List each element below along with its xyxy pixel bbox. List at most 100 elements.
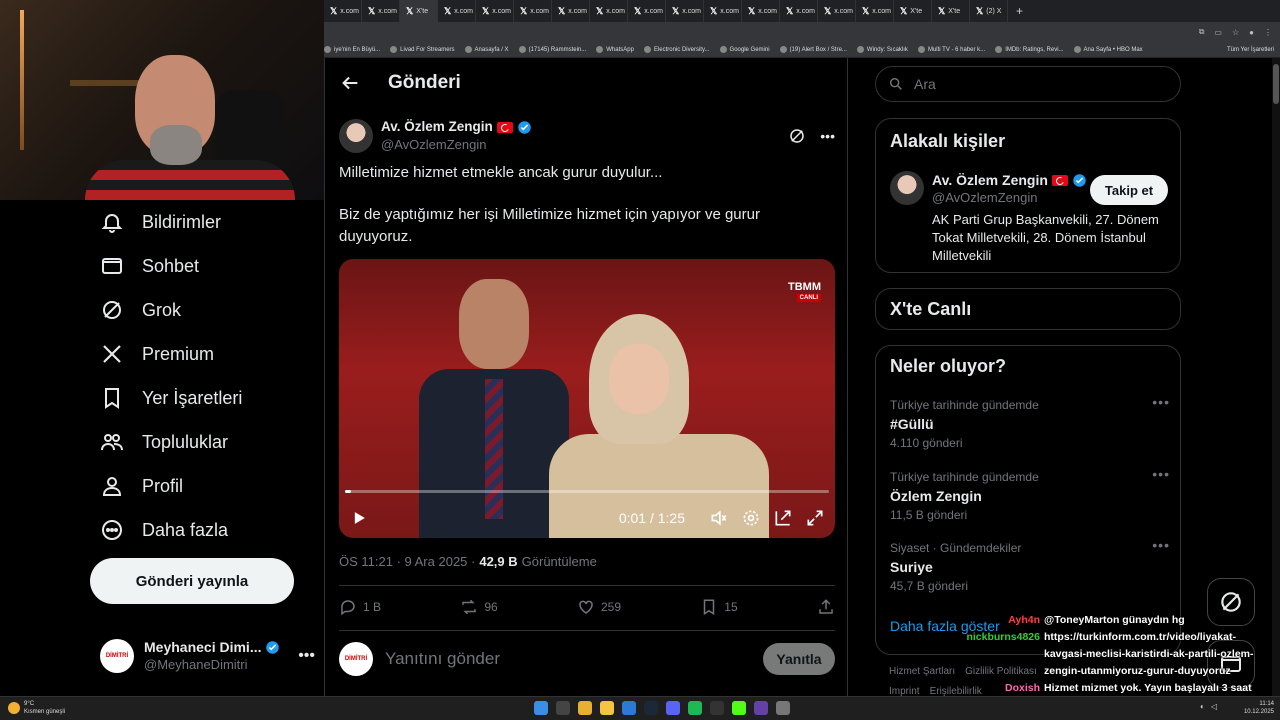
bookmark-item[interactable]: Windy: Sıcaklık bbox=[856, 46, 908, 53]
author-name[interactable]: Av. Özlem Zengin bbox=[381, 118, 493, 136]
live-panel[interactable]: X'te Canlı bbox=[875, 288, 1181, 330]
start-icon[interactable] bbox=[534, 701, 548, 715]
star-icon[interactable]: ☆ bbox=[1232, 28, 1239, 37]
extensions-icon[interactable]: ⧉ bbox=[1199, 27, 1205, 37]
menu-dots-icon[interactable]: ⋮ bbox=[1264, 28, 1272, 37]
browser-tab[interactable]: 𝕏 (2) X bbox=[970, 0, 1008, 22]
nav-item-communities[interactable]: Topluluklar bbox=[100, 430, 228, 454]
steam-icon[interactable] bbox=[644, 701, 658, 715]
system-clock[interactable]: 11:14 10.12.2025 bbox=[1244, 700, 1274, 716]
bookmark-item[interactable]: iye'nin En Büyü... bbox=[324, 46, 380, 53]
nav-item-profile[interactable]: Profil bbox=[100, 474, 183, 498]
nav-item-bookmarks[interactable]: Yer İşaretleri bbox=[100, 386, 242, 410]
reply-input[interactable]: Yanıtını gönder bbox=[385, 649, 500, 669]
scrollbar-thumb[interactable] bbox=[1273, 64, 1279, 104]
footer-link[interactable]: Hizmet Şartları bbox=[889, 666, 955, 677]
bookmark-item[interactable]: (19) Alert Box / Stre... bbox=[779, 46, 847, 53]
bookmark-item[interactable]: Multi TV - 6 haber k... bbox=[917, 46, 985, 53]
bookmark-item[interactable]: (17145) Rammstein... bbox=[518, 46, 586, 53]
trend-item[interactable]: Türkiye tarihinde gündemde Özlem Zengin … bbox=[890, 466, 1170, 522]
trend-more-icon[interactable]: ••• bbox=[1152, 394, 1170, 410]
bookmark-action[interactable]: 15 bbox=[700, 598, 738, 616]
weather-widget[interactable]: 9°C Kısmen güneşli bbox=[8, 700, 65, 716]
bookmark-item[interactable]: Anasayfa / X bbox=[464, 46, 509, 53]
bookmark-item[interactable]: Google Gemini bbox=[719, 46, 770, 53]
bookmark-item[interactable]: Livad For Streamers bbox=[390, 46, 455, 53]
trend-item[interactable]: Türkiye tarihinde gündemde #Güllü 4.110 … bbox=[890, 394, 1170, 450]
fullscreen-icon[interactable] bbox=[805, 508, 825, 528]
browser-tab[interactable]: 𝕏x.com bbox=[438, 0, 476, 22]
follow-button[interactable]: Takip et bbox=[1090, 175, 1168, 205]
browser-tab[interactable]: 𝕏x.com bbox=[856, 0, 894, 22]
post-timestamp[interactable]: ÖS 11:21 · 9 Ara 2025 · bbox=[339, 554, 475, 569]
grok-icon[interactable] bbox=[788, 127, 806, 145]
related-names: Av. Özlem Zengin @AvOzlemZengin bbox=[932, 171, 1087, 207]
spotify-icon[interactable] bbox=[688, 701, 702, 715]
browser-tab[interactable]: 𝕏x.com bbox=[818, 0, 856, 22]
share-action[interactable] bbox=[817, 598, 835, 616]
file-explorer-icon[interactable] bbox=[600, 701, 614, 715]
pip-icon[interactable] bbox=[773, 508, 793, 528]
bookmark-item[interactable]: Ana Sayfa • HBO Max bbox=[1073, 46, 1143, 53]
browser-tab[interactable]: 𝕏x.com bbox=[552, 0, 590, 22]
volume-icon[interactable] bbox=[709, 508, 729, 528]
trend-more-icon[interactable]: ••• bbox=[1152, 537, 1170, 553]
chrome-icon[interactable] bbox=[578, 701, 592, 715]
author-handle[interactable]: @AvOzlemZengin bbox=[381, 136, 532, 154]
browser-tab[interactable]: 𝕏x.com bbox=[780, 0, 818, 22]
search-icon[interactable] bbox=[556, 701, 570, 715]
nav-item-premium[interactable]: Premium bbox=[100, 342, 214, 366]
author-avatar[interactable] bbox=[339, 119, 373, 153]
browser-tab[interactable]: 𝕏x.com bbox=[590, 0, 628, 22]
twitch-icon[interactable] bbox=[754, 701, 768, 715]
new-tab-button[interactable]: + bbox=[1008, 4, 1031, 18]
browser-tab[interactable]: 𝕏 X'te bbox=[894, 0, 932, 22]
settings-gear-icon[interactable] bbox=[776, 701, 790, 715]
like-action[interactable]: 259 bbox=[577, 598, 621, 616]
trend-more-icon[interactable]: ••• bbox=[1152, 466, 1170, 482]
account-switcher[interactable]: DİMİTRİ Meyhaneci Dimi... @MeyhaneDimitr… bbox=[100, 634, 315, 678]
volume-icon[interactable]: ◁ bbox=[1211, 702, 1217, 711]
browser-tab[interactable]: 𝕏 X'te bbox=[932, 0, 970, 22]
account-more-icon[interactable]: ••• bbox=[298, 647, 315, 665]
video-player[interactable]: TBMM CANLI 0:01 / 1:25 bbox=[339, 259, 835, 538]
play-icon[interactable] bbox=[349, 508, 369, 528]
browser-tab[interactable]: 𝕏 X'te bbox=[400, 0, 438, 22]
reply-action[interactable]: 1 B bbox=[339, 598, 381, 616]
back-arrow-icon[interactable] bbox=[339, 72, 361, 94]
profile-avatar-icon[interactable]: ● bbox=[1249, 28, 1254, 37]
browser-tab[interactable]: 𝕏x.com bbox=[514, 0, 552, 22]
epic-icon[interactable] bbox=[710, 701, 724, 715]
browser-tab[interactable]: 𝕏x.com bbox=[324, 0, 362, 22]
cast-icon[interactable]: ▭ bbox=[1214, 28, 1222, 37]
browser-tab[interactable]: 𝕏x.com bbox=[628, 0, 666, 22]
bookmark-item[interactable]: Electronic Diversity... bbox=[643, 46, 710, 53]
browser-tab[interactable]: 𝕏x.com bbox=[362, 0, 400, 22]
browser-tab[interactable]: 𝕏x.com bbox=[476, 0, 514, 22]
search-input[interactable]: Ara bbox=[875, 66, 1181, 102]
browser-tab[interactable]: 𝕏x.com bbox=[742, 0, 780, 22]
settings-gear-icon[interactable] bbox=[741, 508, 761, 528]
discord-icon[interactable] bbox=[666, 701, 680, 715]
page-scrollbar[interactable] bbox=[1272, 58, 1280, 696]
network-icon[interactable]: ◐ bbox=[1200, 702, 1205, 711]
video-progress-bar[interactable] bbox=[345, 490, 829, 493]
nav-item-grok[interactable]: Grok bbox=[100, 298, 181, 322]
bookmark-item[interactable]: IMDb: Ratings, Revi... bbox=[995, 46, 1064, 53]
nav-item-more[interactable]: Daha fazla bbox=[100, 518, 228, 542]
nav-item-chat[interactable]: Sohbet bbox=[100, 254, 199, 278]
all-bookmarks-button[interactable]: Tüm Yer İşaretleri bbox=[1227, 47, 1280, 53]
footer-link[interactable]: Imprint bbox=[889, 686, 920, 696]
bookmark-item[interactable]: WhatsApp bbox=[596, 46, 634, 53]
trend-item[interactable]: Siyaset · Gündemdekiler Suriye 45,7 B gö… bbox=[890, 537, 1170, 593]
browser-tab[interactable]: 𝕏x.com bbox=[704, 0, 742, 22]
repost-action[interactable]: 96 bbox=[460, 598, 498, 616]
post-button[interactable]: Gönderi yayınla bbox=[90, 558, 294, 604]
nav-label: Grok bbox=[142, 299, 182, 320]
nav-item-notifications[interactable]: Bildirimler bbox=[100, 210, 221, 234]
app-icon[interactable] bbox=[732, 701, 746, 715]
edge-icon[interactable] bbox=[622, 701, 636, 715]
browser-tab[interactable]: 𝕏x.com bbox=[666, 0, 704, 22]
post-more-icon[interactable]: ••• bbox=[820, 128, 835, 144]
reply-button[interactable]: Yanıtla bbox=[763, 643, 835, 675]
